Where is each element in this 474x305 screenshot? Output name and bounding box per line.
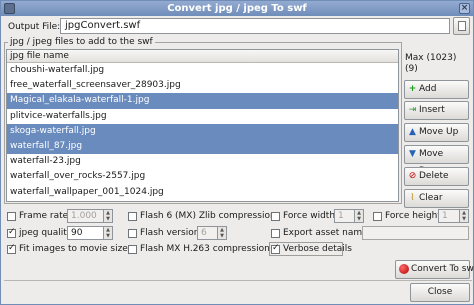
- up-arrow-icon: ▲: [409, 127, 416, 137]
- flash-version-checkbox[interactable]: [128, 229, 137, 238]
- insert-arrow-icon: ⇥: [408, 105, 417, 115]
- fit-images-checkbox[interactable]: [7, 243, 16, 254]
- jpeg-quality-spinner[interactable]: 90 ▲ ▼: [67, 226, 113, 240]
- file-row-0[interactable]: choushi-waterfall.jpg: [7, 63, 398, 78]
- files-group-label: jpg / jpeg files to add to the swf: [8, 37, 155, 47]
- spinner-arrows-icon[interactable]: ▲ ▼: [103, 227, 112, 239]
- browse-button[interactable]: [453, 17, 470, 35]
- move-up-button[interactable]: ▲ Move Up: [404, 123, 469, 142]
- down-arrow-icon: ▼: [409, 149, 416, 159]
- file-row-1[interactable]: free_waterfall_screensaver_28903.jpg: [7, 78, 398, 93]
- force-height-label: Force height:: [385, 211, 444, 221]
- jpeg-quality-checkbox[interactable]: [7, 227, 16, 238]
- convert-button-label: Convert To swf: [411, 264, 474, 274]
- force-width-label: Force width:: [283, 211, 339, 221]
- force-width-value: 1: [338, 211, 344, 221]
- frame-rate-spinner[interactable]: 1.000 ▲ ▼: [67, 209, 113, 223]
- force-height-spinner[interactable]: 1 ▲ ▼: [438, 209, 469, 223]
- footer-separator: [4, 280, 472, 281]
- flash6-zlib-label: Flash 6 (MX) Zlib compression: [140, 211, 276, 221]
- jpeg-quality-value: 90: [71, 228, 83, 238]
- output-file-input[interactable]: jpgConvert.swf: [60, 18, 450, 34]
- file-row-8[interactable]: waterfall_wallpaper_001_1024.jpg: [7, 185, 398, 200]
- flash-mx-h263-checkbox[interactable]: [128, 245, 137, 254]
- frame-rate-label: Frame rate:: [19, 211, 72, 221]
- flash-version-label: Flash version:: [140, 228, 203, 238]
- title-bar: Convert jpg / jpeg To swf ×: [1, 1, 473, 16]
- file-row-7[interactable]: waterfall_over_rocks-2557.jpg: [7, 169, 398, 184]
- spinner-arrows-icon[interactable]: ▲ ▼: [217, 227, 226, 239]
- close-button[interactable]: Close: [410, 283, 470, 302]
- insert-button[interactable]: ⇥ Insert: [404, 101, 469, 120]
- flash-version-value: 6: [201, 228, 207, 238]
- force-height-value: 1: [442, 211, 448, 221]
- clear-button[interactable]: ⌇ Clear: [404, 189, 469, 208]
- export-asset-label: Export asset name:: [283, 228, 371, 238]
- window-close-icon[interactable]: ×: [459, 3, 470, 14]
- flash6-zlib-checkbox[interactable]: [128, 212, 137, 221]
- delete-button-label: Delete: [419, 171, 449, 181]
- file-row-3[interactable]: plitvice-waterfalls.jpg: [7, 109, 398, 124]
- force-height-checkbox[interactable]: [373, 212, 382, 221]
- flash-mx-h263-label: Flash MX H.263 compression: [140, 244, 270, 254]
- move-down-button[interactable]: ▼ Move Down: [404, 145, 469, 176]
- spinner-arrows-icon[interactable]: ▲ ▼: [459, 210, 468, 222]
- document-icon: [458, 21, 466, 31]
- flash-version-spinner[interactable]: 6 ▲ ▼: [197, 226, 227, 240]
- file-row-4[interactable]: skoga-waterfall.jpg: [7, 123, 398, 139]
- max-count-label: Max (1023): [405, 53, 457, 63]
- force-width-checkbox[interactable]: [271, 212, 280, 221]
- file-row-5[interactable]: waterfall_87.jpg: [7, 138, 398, 155]
- file-list-header[interactable]: jpg file name: [7, 50, 398, 63]
- insert-button-label: Insert: [419, 105, 445, 115]
- spinner-arrows-icon[interactable]: ▲ ▼: [354, 210, 363, 222]
- frame-rate-checkbox[interactable]: [7, 212, 16, 221]
- add-button-label: Add: [419, 84, 437, 94]
- output-file-label: Output File:: [8, 22, 61, 32]
- no-entry-icon: ⊘: [408, 171, 417, 181]
- plus-icon: +: [408, 84, 417, 94]
- fit-images-label: Fit images to movie size: [19, 244, 128, 254]
- file-list[interactable]: jpg file name choushi-waterfall.jpg free…: [6, 49, 399, 202]
- file-count-label: (9): [405, 64, 418, 74]
- verbose-checkbox[interactable]: [271, 243, 280, 254]
- verbose-label: Verbose details: [283, 244, 352, 254]
- add-button[interactable]: + Add: [404, 80, 469, 99]
- force-width-spinner[interactable]: 1 ▲ ▼: [334, 209, 364, 223]
- move-up-button-label: Move Up: [419, 127, 459, 137]
- spinner-arrows-icon[interactable]: ▲ ▼: [103, 210, 112, 222]
- frame-rate-value: 1.000: [71, 211, 97, 221]
- convert-window: Convert jpg / jpeg To swf × Output File:…: [0, 0, 474, 305]
- file-row-6[interactable]: waterfall-23.jpg: [7, 154, 398, 169]
- broom-icon: ⌇: [410, 193, 415, 203]
- export-asset-checkbox[interactable]: [271, 229, 280, 238]
- app-icon: [4, 3, 15, 14]
- clear-button-label: Clear: [419, 193, 443, 203]
- delete-button[interactable]: ⊘ Delete: [404, 167, 469, 186]
- convert-icon: [399, 264, 409, 274]
- window-title: Convert jpg / jpeg To swf: [167, 3, 307, 14]
- export-asset-input[interactable]: [362, 226, 469, 240]
- file-row-2[interactable]: Magical_elakala-waterfall-1.jpg: [7, 93, 398, 109]
- convert-button[interactable]: Convert To swf: [395, 260, 474, 279]
